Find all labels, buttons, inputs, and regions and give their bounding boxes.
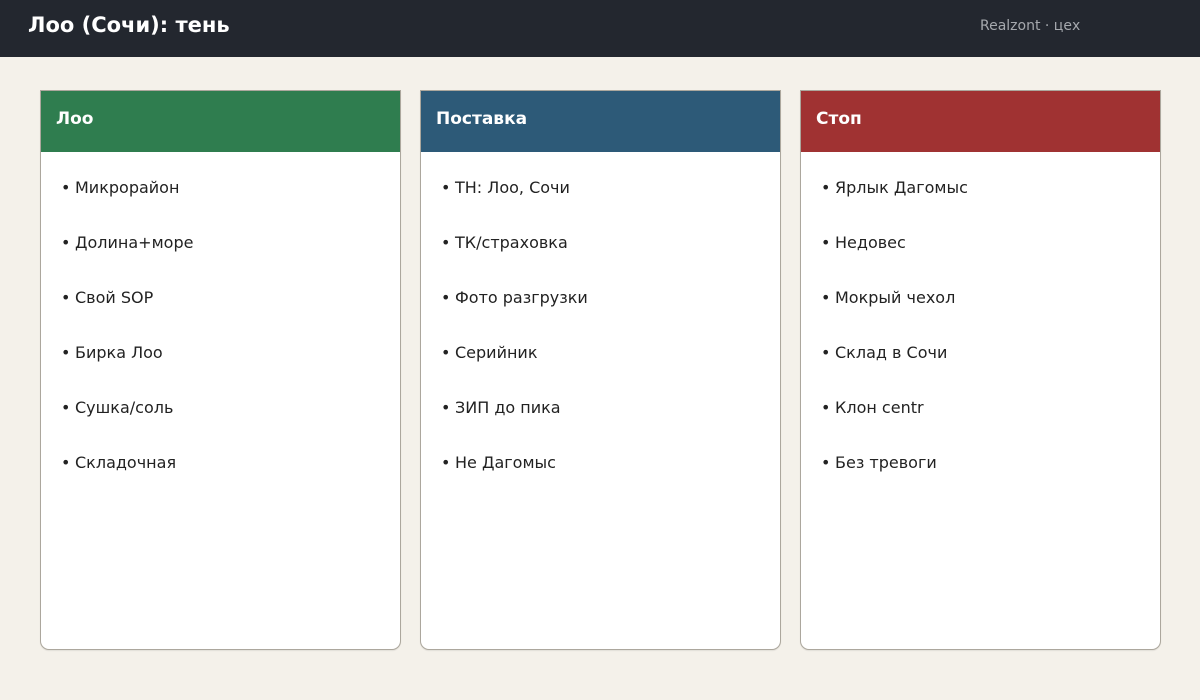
bullet-icon: • <box>821 178 831 197</box>
list-item: • Сушка/соль <box>41 398 400 453</box>
list-item: • Не Дагомыс <box>421 453 780 508</box>
column-card-stop: Стоп • Ярлык Дагомыс • Недовес • Мокрый чех… <box>800 90 1161 650</box>
bullet-icon: • <box>61 343 71 362</box>
list-item-label: Фото разгрузки <box>455 288 588 307</box>
column-header: Лоо <box>41 91 400 152</box>
list-item-label: Мокрый чехол <box>835 288 956 307</box>
column-title: Поставка <box>436 109 528 129</box>
page-title: Лоо (Сочи): тень <box>28 13 230 37</box>
list-item: • Микрорайон <box>41 178 400 233</box>
list-item: • Долина+море <box>41 233 400 288</box>
bullet-icon: • <box>441 453 451 472</box>
column-title: Стоп <box>816 109 862 129</box>
top-bar: Лоо (Сочи): тень Realzont · цех <box>0 0 1200 57</box>
header-meta: Realzont · цех <box>980 18 1081 34</box>
list-item: • Склад в Сочи <box>801 343 1160 398</box>
list-item-label: Не Дагомыс <box>455 453 556 472</box>
list-item: • Бирка Лоо <box>41 343 400 398</box>
bullet-icon: • <box>441 178 451 197</box>
column-list: • Ярлык Дагомыс • Недовес • Мокрый чехол • С… <box>801 152 1160 508</box>
bullet-icon: • <box>441 398 451 417</box>
bullet-icon: • <box>61 398 71 417</box>
list-item: • ЗИП до пика <box>421 398 780 453</box>
bullet-icon: • <box>61 288 71 307</box>
bullet-icon: • <box>821 398 831 417</box>
list-item: • ТН: Лоо, Сочи <box>421 178 780 233</box>
list-item-label: Склад в Сочи <box>835 343 948 362</box>
list-item: • Без тревоги <box>801 453 1160 508</box>
bullet-icon: • <box>441 233 451 252</box>
list-item: • Мокрый чехол <box>801 288 1160 343</box>
list-item-label: ТН: Лоо, Сочи <box>455 178 570 197</box>
list-item: • ТК/страховка <box>421 233 780 288</box>
list-item-label: Свой SOP <box>75 288 154 307</box>
list-item-label: Недовес <box>835 233 906 252</box>
list-item: • Складочная <box>41 453 400 508</box>
list-item: • Недовес <box>801 233 1160 288</box>
list-item: • Серийник <box>421 343 780 398</box>
bullet-icon: • <box>441 288 451 307</box>
column-list: • ТН: Лоо, Сочи • ТК/страховка • Фото разгр… <box>421 152 780 508</box>
column-header: Стоп <box>801 91 1160 152</box>
list-item-label: Долина+море <box>75 233 194 252</box>
list-item: • Ярлык Дагомыс <box>801 178 1160 233</box>
list-item: • Свой SOP <box>41 288 400 343</box>
list-item: • Фото разгрузки <box>421 288 780 343</box>
bullet-icon: • <box>821 288 831 307</box>
column-title: Лоо <box>56 109 94 129</box>
bullet-icon: • <box>61 178 71 197</box>
list-item-label: Без тревоги <box>835 453 937 472</box>
list-item: • Клон centr <box>801 398 1160 453</box>
list-item-label: Серийник <box>455 343 538 362</box>
list-item-label: Бирка Лоо <box>75 343 163 362</box>
bullet-icon: • <box>821 233 831 252</box>
list-item-label: ТК/страховка <box>455 233 568 252</box>
column-card-postavka: Поставка • ТН: Лоо, Сочи • ТК/страховка • Ф… <box>420 90 781 650</box>
column-header: Поставка <box>421 91 780 152</box>
list-item-label: Микрорайон <box>75 178 180 197</box>
column-list: • Микрорайон • Долина+море • Свой SOP • Бирк… <box>41 152 400 508</box>
list-item-label: Складочная <box>75 453 177 472</box>
bullet-icon: • <box>821 453 831 472</box>
list-item-label: Ярлык Дагомыс <box>835 178 968 197</box>
list-item-label: Клон centr <box>835 398 924 417</box>
bullet-icon: • <box>821 343 831 362</box>
bullet-icon: • <box>61 453 71 472</box>
bullet-icon: • <box>441 343 451 362</box>
list-item-label: ЗИП до пика <box>455 398 561 417</box>
bullet-icon: • <box>61 233 71 252</box>
column-card-loo: Лоо • Микрорайон • Долина+море • Свой SOP •… <box>40 90 401 650</box>
list-item-label: Сушка/соль <box>75 398 174 417</box>
